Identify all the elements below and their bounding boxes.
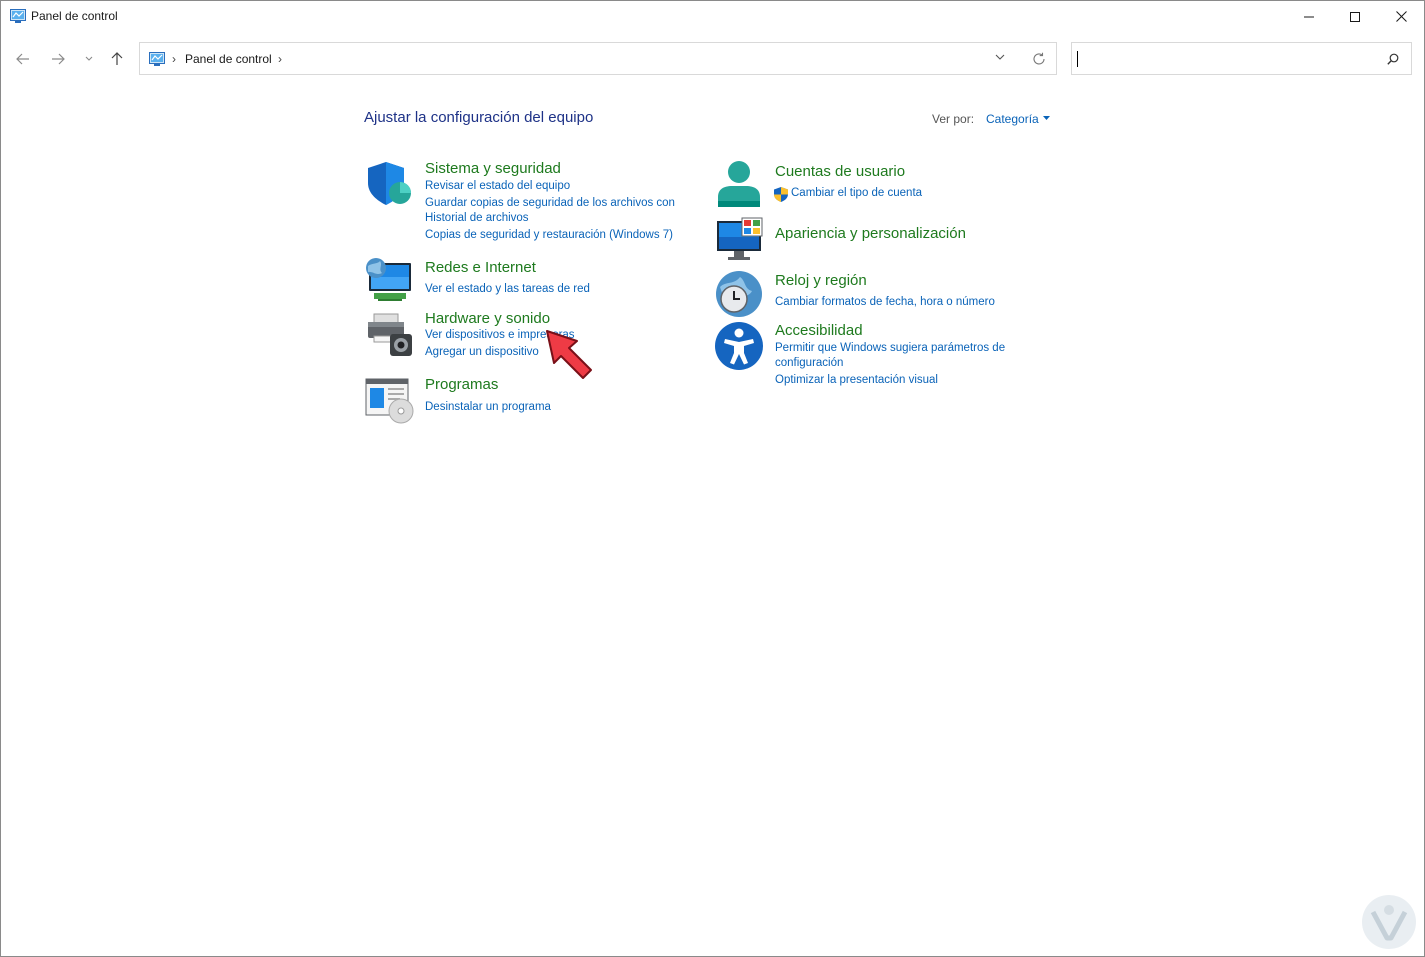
shield-icon[interactable]: [364, 159, 414, 209]
dropdown-triangle-icon[interactable]: [1043, 116, 1050, 120]
maximize-button[interactable]: [1332, 1, 1378, 32]
control-panel-window: Panel de control › Panel de control › Aj…: [0, 0, 1425, 957]
recent-locations-button[interactable]: [78, 48, 100, 70]
minimize-icon: [1304, 16, 1314, 17]
search-input[interactable]: [1071, 42, 1412, 75]
window-title: Panel de control: [31, 9, 118, 23]
link-windows-suggest[interactable]: Permitir que Windows sugiera parámetros …: [775, 341, 1005, 356]
watermark-logo-icon: [1362, 895, 1416, 949]
control-panel-icon: [10, 9, 26, 23]
monitor-palette-icon[interactable]: [714, 217, 764, 267]
link-change-formats[interactable]: Cambiar formatos de fecha, hora o número: [775, 295, 995, 310]
close-button[interactable]: [1378, 1, 1424, 32]
up-button[interactable]: [106, 48, 128, 70]
back-button[interactable]: [12, 48, 34, 70]
link-file-backup[interactable]: Guardar copias de seguridad de los archi…: [425, 196, 675, 211]
breadcrumb-separator[interactable]: ›: [278, 52, 282, 66]
control-panel-icon: [149, 52, 165, 66]
arrow-left-icon: [16, 53, 29, 65]
refresh-icon[interactable]: [1032, 52, 1046, 66]
title-bar[interactable]: Panel de control: [1, 1, 1424, 32]
link-network-status[interactable]: Ver el estado y las tareas de red: [425, 282, 590, 297]
breadcrumb-control-panel[interactable]: Panel de control: [185, 52, 272, 66]
text-caret: [1077, 51, 1078, 67]
link-uninstall-program[interactable]: Desinstalar un programa: [425, 400, 551, 415]
minimize-button[interactable]: [1286, 1, 1332, 32]
link-file-history[interactable]: Historial de archivos: [425, 211, 529, 226]
category-title[interactable]: Programas: [425, 376, 498, 393]
address-bar[interactable]: › Panel de control ›: [139, 42, 1057, 75]
search-icon: [1387, 53, 1399, 65]
category-title[interactable]: Reloj y región: [775, 272, 867, 289]
view-by-dropdown[interactable]: Categoría: [986, 112, 1039, 126]
chevron-down-icon: [85, 56, 93, 61]
breadcrumb-separator[interactable]: ›: [172, 52, 176, 66]
close-icon: [1395, 11, 1407, 22]
view-by-label: Ver por:: [932, 112, 975, 126]
uac-shield-icon: [774, 187, 788, 202]
link-backup-restore[interactable]: Copias de seguridad y restauración (Wind…: [425, 228, 673, 243]
category-title[interactable]: Accesibilidad: [775, 322, 863, 339]
category-title[interactable]: Hardware y sonido: [425, 310, 550, 327]
forward-button[interactable]: [47, 48, 69, 70]
printer-icon[interactable]: [364, 308, 414, 358]
arrow-right-icon: [52, 53, 65, 65]
page-title: Ajustar la configuración del equipo: [364, 109, 594, 126]
programs-icon[interactable]: [364, 375, 414, 425]
category-title[interactable]: Cuentas de usuario: [775, 163, 905, 180]
link-check-status[interactable]: Revisar el estado del equipo: [425, 179, 570, 194]
link-change-account-type[interactable]: Cambiar el tipo de cuenta: [791, 186, 922, 201]
user-account-icon[interactable]: [714, 161, 764, 211]
link-optimize-visual[interactable]: Optimizar la presentación visual: [775, 373, 938, 388]
network-globe-icon[interactable]: [364, 257, 414, 307]
category-title[interactable]: Sistema y seguridad: [425, 160, 561, 177]
chevron-down-icon[interactable]: [995, 53, 1005, 61]
link-add-device[interactable]: Agregar un dispositivo: [425, 345, 539, 360]
category-title[interactable]: Apariencia y personalización: [775, 225, 966, 242]
maximize-icon: [1350, 11, 1360, 22]
category-title[interactable]: Redes e Internet: [425, 259, 536, 276]
red-arrow-pointer-icon: [546, 330, 592, 379]
accessibility-icon[interactable]: [714, 321, 764, 371]
link-windows-suggest-cont[interactable]: configuración: [775, 356, 843, 371]
arrow-up-icon: [111, 52, 123, 65]
clock-globe-icon[interactable]: [714, 269, 764, 319]
